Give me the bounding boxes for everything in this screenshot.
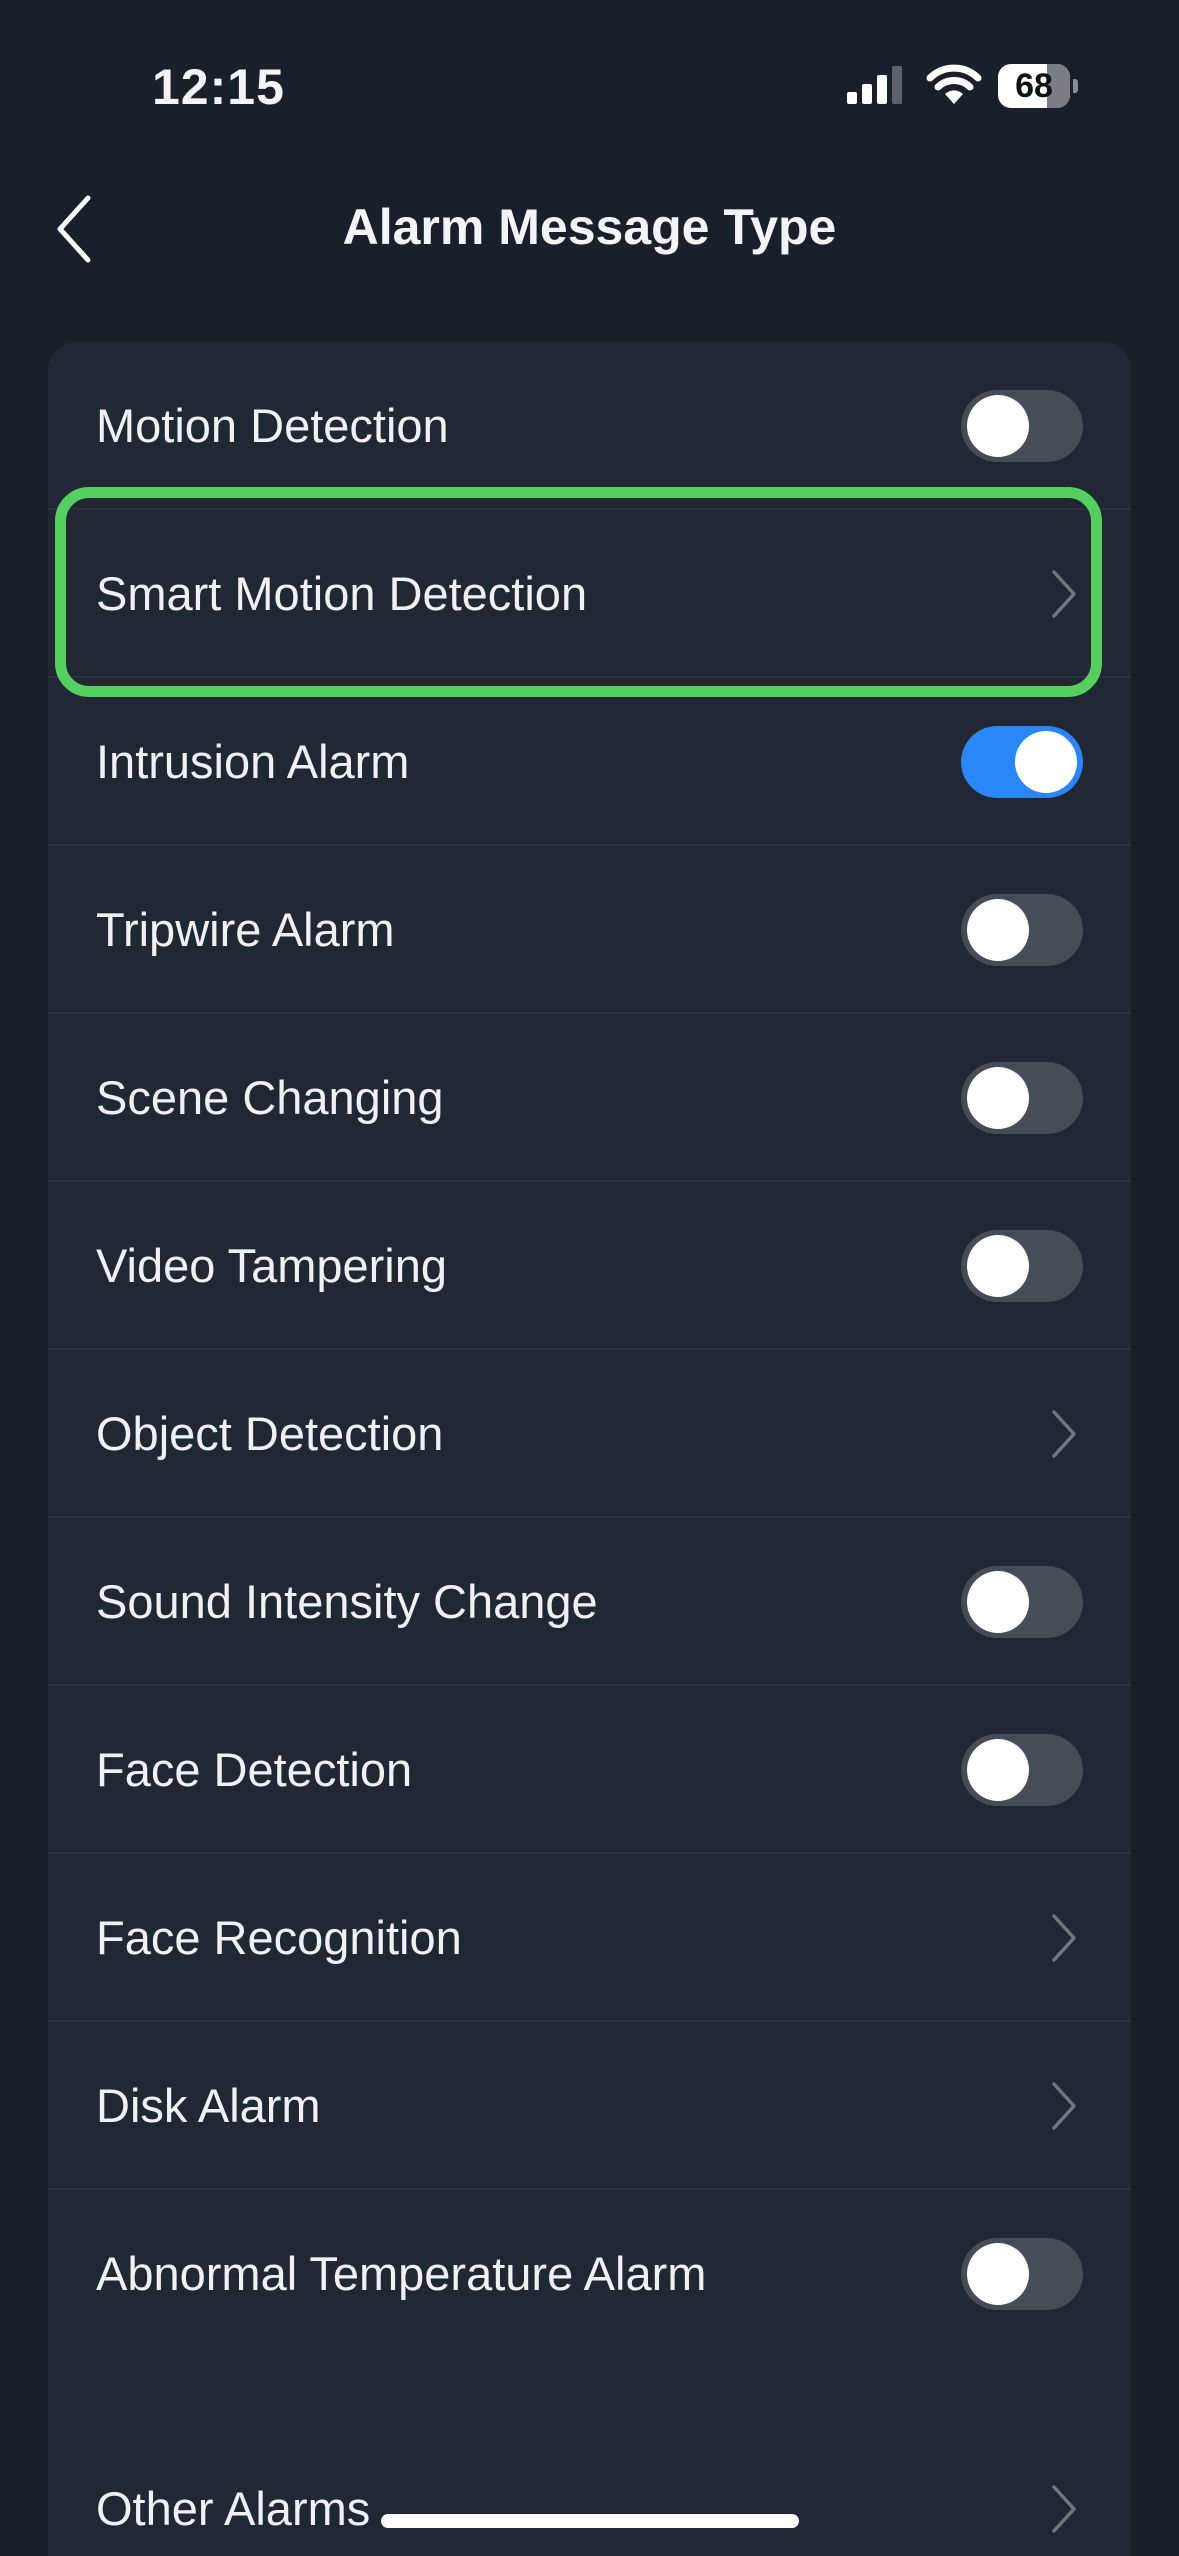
row-label: Scene Changing: [96, 1071, 444, 1124]
face-detection-toggle[interactable]: [961, 1734, 1083, 1806]
tripwire-alarm-toggle[interactable]: [961, 894, 1083, 966]
toggle-knob: [967, 1739, 1029, 1801]
row-label: Tripwire Alarm: [96, 903, 395, 956]
chevron-right-icon: [1052, 2082, 1076, 2130]
row-disk-alarm[interactable]: Disk Alarm: [48, 2022, 1131, 2190]
chevron-right-icon: [1052, 2485, 1076, 2533]
abnormal-temperature-alarm-toggle[interactable]: [961, 2238, 1083, 2310]
row-video-tampering: Video Tampering: [48, 1182, 1131, 1350]
row-motion-detection: Motion Detection: [48, 342, 1131, 510]
toggle-knob: [967, 395, 1029, 457]
nav-bar: Alarm Message Type: [0, 170, 1179, 285]
row-intrusion-alarm: Intrusion Alarm: [48, 678, 1131, 846]
sound-intensity-change-toggle[interactable]: [961, 1566, 1083, 1638]
wifi-icon: [926, 64, 982, 104]
battery-body: 68: [998, 64, 1070, 108]
row-face-recognition[interactable]: Face Recognition: [48, 1854, 1131, 2022]
row-scene-changing: Scene Changing: [48, 1014, 1131, 1182]
battery-tip: [1073, 79, 1078, 93]
row-label: Smart Motion Detection: [96, 567, 588, 620]
row-tripwire-alarm: Tripwire Alarm: [48, 846, 1131, 1014]
row-label: Disk Alarm: [96, 2079, 321, 2132]
row-smart-motion-detection[interactable]: Smart Motion Detection: [48, 510, 1131, 678]
row-other-alarms[interactable]: Other Alarms: [48, 2425, 1131, 2556]
home-indicator[interactable]: [381, 2514, 799, 2528]
row-label: Sound Intensity Change: [96, 1575, 598, 1628]
row-sound-intensity-change: Sound Intensity Change: [48, 1518, 1131, 1686]
chevron-right-icon: [1052, 570, 1076, 618]
status-bar: 12:15 68: [0, 0, 1179, 150]
row-label: Object Detection: [96, 1407, 444, 1460]
row-abnormal-temperature-alarm: Abnormal Temperature Alarm: [48, 2190, 1131, 2358]
video-tampering-toggle[interactable]: [961, 1230, 1083, 1302]
toggle-knob: [967, 2243, 1029, 2305]
motion-detection-toggle[interactable]: [961, 390, 1083, 462]
page-title: Alarm Message Type: [342, 199, 837, 255]
status-time: 12:15: [152, 59, 285, 115]
toggle-knob: [967, 1571, 1029, 1633]
scene-changing-toggle[interactable]: [961, 1062, 1083, 1134]
row-label: Intrusion Alarm: [96, 735, 410, 788]
back-button[interactable]: [34, 184, 114, 274]
toggle-knob: [1015, 731, 1077, 793]
row-label: Abnormal Temperature Alarm: [96, 2247, 707, 2300]
battery-level: 68: [1015, 67, 1053, 105]
battery-icon: 68: [998, 64, 1078, 108]
screen: 12:15 68 Alarm Message Type Motion Detec…: [0, 0, 1179, 2556]
row-label: Other Alarms: [96, 2482, 371, 2535]
row-label: Face Detection: [96, 1743, 413, 1796]
chevron-left-icon: [57, 195, 91, 263]
toggle-knob: [967, 1235, 1029, 1297]
row-face-detection: Face Detection: [48, 1686, 1131, 1854]
cellular-signal-icon: [847, 66, 902, 104]
row-label: Video Tampering: [96, 1239, 448, 1292]
row-label: Motion Detection: [96, 399, 449, 452]
row-label: Face Recognition: [96, 1911, 462, 1964]
chevron-right-icon: [1052, 1410, 1076, 1458]
toggle-knob: [967, 899, 1029, 961]
toggle-knob: [967, 1067, 1029, 1129]
intrusion-alarm-toggle[interactable]: [961, 726, 1083, 798]
alarm-type-list: Motion Detection Smart Motion Detection In…: [48, 342, 1131, 2556]
row-object-detection[interactable]: Object Detection: [48, 1350, 1131, 1518]
chevron-right-icon: [1052, 1914, 1076, 1962]
